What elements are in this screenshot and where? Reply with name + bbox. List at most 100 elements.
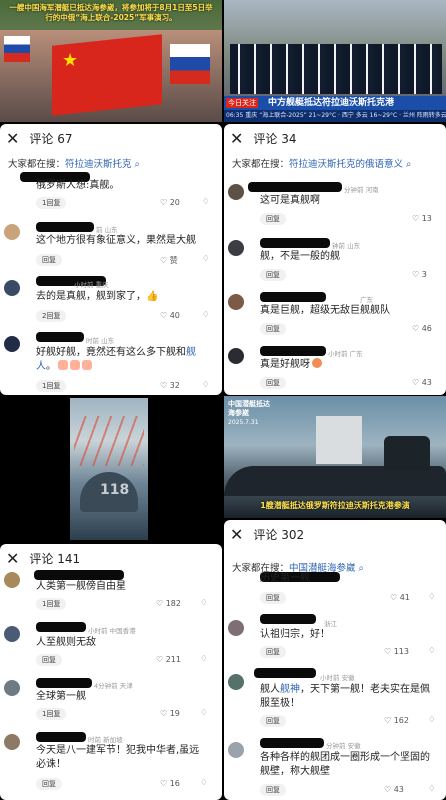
emoji-icon <box>58 360 68 370</box>
photo-caption: 一艘中国海军潜艇已抵达海参崴，将参加将于8月1日至5日举行的中俄“海上联合-20… <box>9 3 213 22</box>
reply-button[interactable]: 回复 <box>260 213 286 225</box>
comment-meta: 时前 新加坡 <box>88 736 123 744</box>
like-count[interactable]: ♡ 162 <box>384 716 409 725</box>
comment-text: 全球第一舰 <box>36 691 86 702</box>
trending-search: 大家都在搜：符拉迪沃斯托克的俄语意义 ⌕ <box>232 156 411 170</box>
comment-text: 人类第一舰傍自由星 <box>36 581 126 592</box>
reply-button[interactable]: 回复 <box>260 377 286 389</box>
like-count[interactable]: ♡ 40 <box>160 311 180 320</box>
search-link[interactable]: 符拉迪沃斯托克 <box>65 159 132 170</box>
comment-meta: 时前 山东 <box>86 337 115 345</box>
like-count[interactable]: ♡ 182 <box>156 599 181 608</box>
comment-text: 好舰好舰，竟然还有这么多下舰和舰人。 <box>36 346 206 374</box>
close-icon[interactable]: ✕ <box>6 130 19 147</box>
reply-button[interactable]: 回复 <box>260 323 286 335</box>
comment-text: 俄罗斯人想:真舰。 <box>36 180 120 191</box>
reply-button[interactable]: 回复 <box>260 715 286 727</box>
dislike-icon[interactable]: ♢ <box>202 380 210 390</box>
comment-link[interactable]: 舰神 <box>280 684 300 695</box>
comment-text-part: 好舰好舰，竟然还有这么多下舰和 <box>36 347 186 358</box>
like-count-value: 43 <box>421 378 432 387</box>
comment-text-part: 舰人 <box>260 684 280 695</box>
badge-line2: 海参崴 <box>228 409 249 417</box>
comment-text: 去的是真舰，舰到家了，👍 <box>36 291 159 302</box>
like-count[interactable]: ♡ 16 <box>160 779 180 788</box>
dislike-icon[interactable]: ♢ <box>428 715 436 725</box>
dislike-icon[interactable]: ♢ <box>428 592 436 602</box>
hull-number: 118 <box>100 482 130 498</box>
avatar <box>228 742 244 758</box>
like-count[interactable]: ♡ 20 <box>160 198 180 207</box>
like-count[interactable]: ♡ 13 <box>412 214 432 223</box>
ticker-title: 中方舰艇抵达符拉迪沃斯托克港 <box>268 98 395 108</box>
dislike-icon[interactable]: ♢ <box>200 598 208 608</box>
like-count[interactable]: ♡ 19 <box>160 709 180 718</box>
redacted-username <box>254 668 316 678</box>
redacted-username <box>34 570 124 580</box>
like-count-value: 113 <box>393 647 409 656</box>
like-count[interactable]: ♡ 32 <box>160 381 180 390</box>
reply-button[interactable]: 回复 <box>260 269 286 281</box>
like-count[interactable]: ♡ 46 <box>412 324 432 333</box>
reply-button[interactable]: 回复 <box>260 646 286 658</box>
dislike-icon[interactable]: ♢ <box>202 197 210 207</box>
comment-text: 舰，不是一般的舰 <box>260 251 340 262</box>
dislike-icon[interactable]: ♢ <box>202 254 210 264</box>
like-count-value: 41 <box>399 593 410 602</box>
building-shape <box>316 416 362 464</box>
comment-meta: 广东 <box>360 296 373 304</box>
avatar <box>4 572 20 588</box>
like-count[interactable]: ♡ 43 <box>412 378 432 387</box>
dislike-icon[interactable]: ♢ <box>202 310 210 320</box>
like-count[interactable]: ♡ 3 <box>412 270 427 279</box>
like-count[interactable]: ♡ 113 <box>384 647 409 656</box>
comment-meta: 钟前 山东 <box>332 242 361 250</box>
comment-text: 历史第一舰 <box>260 573 310 584</box>
comment-meta: 分钟前 安徽 <box>326 742 361 750</box>
comment-text: 舰人舰神，天下第一舰！老夫实在是佩服至极！ <box>260 683 434 711</box>
reply-button[interactable]: 回复 <box>36 654 62 666</box>
avatar <box>4 336 20 352</box>
dislike-icon[interactable]: ♢ <box>200 778 208 788</box>
ticker-tag: 今日关注 <box>226 98 258 108</box>
sailors-row <box>230 44 442 94</box>
reply-button[interactable]: 1回复 <box>36 708 67 720</box>
reply-button[interactable]: 2回复 <box>36 310 67 322</box>
like-count[interactable]: ♡ 赞 <box>160 255 178 266</box>
reply-button[interactable]: 1回复 <box>36 380 67 392</box>
dislike-icon[interactable]: ♢ <box>428 646 436 656</box>
like-count[interactable]: ♡ 211 <box>156 655 181 664</box>
avatar <box>4 734 20 750</box>
like-count-value: 182 <box>165 599 181 608</box>
reply-button[interactable]: 1回复 <box>36 197 67 209</box>
dislike-icon[interactable]: ♢ <box>428 784 436 794</box>
search-icon[interactable]: ⌕ <box>403 159 411 170</box>
photo-caption: 1艘潜艇抵达俄罗斯符拉迪沃斯托克港参演 <box>260 501 410 510</box>
close-icon[interactable]: ✕ <box>230 130 243 147</box>
dislike-icon[interactable]: ♢ <box>200 708 208 718</box>
search-icon[interactable]: ⌕ <box>356 563 364 574</box>
reply-button[interactable]: 回复 <box>260 592 286 604</box>
reply-button[interactable]: 回复 <box>36 778 62 790</box>
like-count-value: 13 <box>421 214 432 223</box>
comment-count-title: 评论 302 <box>253 528 305 542</box>
reply-button[interactable]: 1回复 <box>36 598 67 610</box>
close-icon[interactable]: ✕ <box>6 550 19 567</box>
avatar <box>4 680 20 696</box>
panel-header: ✕ 评论 34 <box>230 130 297 147</box>
search-prefix: 大家都在搜： <box>8 159 66 170</box>
panel-header: ✕ 评论 141 <box>6 550 80 567</box>
dislike-icon[interactable]: ♢ <box>200 654 208 664</box>
reply-button[interactable]: 回复 <box>36 254 62 266</box>
like-count-value: 211 <box>165 655 181 664</box>
search-icon[interactable]: ⌕ <box>132 159 140 170</box>
reply-button[interactable]: 回复 <box>260 784 286 796</box>
redacted-username <box>36 732 86 742</box>
search-link[interactable]: 符拉迪沃斯托克的俄语意义 <box>289 159 403 170</box>
photo-mid-left: 118 <box>0 396 222 542</box>
like-count-value: 19 <box>169 709 180 718</box>
like-count[interactable]: ♡ 41 <box>390 593 410 602</box>
like-count[interactable]: ♡ 43 <box>384 785 404 794</box>
close-icon[interactable]: ✕ <box>230 526 243 543</box>
avatar <box>228 184 244 200</box>
